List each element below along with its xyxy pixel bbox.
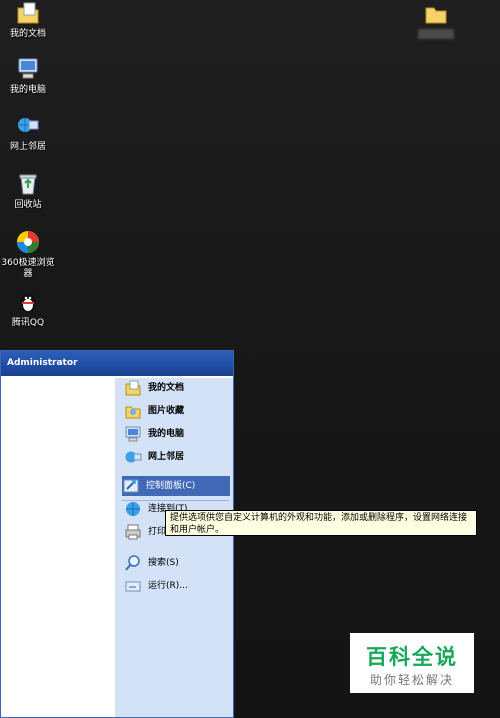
folder-icon <box>423 0 449 26</box>
menu-item-label: 我的电脑 <box>148 429 185 439</box>
tooltip-text: 提供选项供您自定义计算机的外观和功能，添加或删除程序，设置网络连接和用户帐户。 <box>170 513 468 535</box>
user-name: Administrator <box>7 358 78 368</box>
desktop-icon-label: 我的电脑 <box>9 85 46 95</box>
my-documents-icon <box>15 0 41 26</box>
start-menu-item-run[interactable]: 运行(R)... <box>124 576 232 596</box>
desktop-icon-network-places[interactable]: 网上邻居 <box>0 113 56 153</box>
start-menu-item-control-panel[interactable]: 控制面板(C) <box>122 476 230 496</box>
connect-to-icon <box>124 500 142 518</box>
menu-item-label: 我的文档 <box>148 383 185 393</box>
desktop-icon-label: 360极速浏览器 <box>1 258 55 279</box>
desktop-icon-recycle-bin[interactable]: 回收站 <box>0 171 56 211</box>
start-menu-user-header: Administrator <box>1 351 233 376</box>
start-menu-item-my-pictures[interactable]: 图片收藏 <box>124 401 232 421</box>
my-documents-icon <box>124 379 142 397</box>
menu-item-label: 图片收藏 <box>148 406 185 416</box>
desktop-icon-qq[interactable]: 腾讯QQ <box>0 289 56 329</box>
search-icon <box>124 554 142 572</box>
start-menu-right-pane: 我的文档 图片收藏 我的电脑 网上邻居 控制面板(C) 连接到(T) 打印 搜索… <box>116 378 233 717</box>
start-menu-item-network-places[interactable]: 网上邻居 <box>124 447 232 467</box>
desktop-icon-label: 我的文档 <box>9 29 46 39</box>
desktop-icon-folder[interactable] <box>416 0 456 39</box>
my-pictures-icon <box>124 402 142 420</box>
my-computer-icon <box>124 425 142 443</box>
desktop-icon-my-documents[interactable]: 我的文档 <box>0 0 56 40</box>
start-menu-item-search[interactable]: 搜索(S) <box>124 553 232 573</box>
control-panel-tooltip: 提供选项供您自定义计算机的外观和功能，添加或删除程序，设置网络连接和用户帐户。 <box>165 510 477 536</box>
desktop-icon-label: 回收站 <box>14 200 42 210</box>
menu-item-label: 打印 <box>148 527 167 537</box>
start-menu-item-my-documents[interactable]: 我的文档 <box>124 378 232 398</box>
desktop-icon-label: 网上邻居 <box>9 142 46 152</box>
desktop-icon-my-computer[interactable]: 我的电脑 <box>0 56 56 96</box>
menu-item-label: 网上邻居 <box>148 452 185 462</box>
recycle-bin-icon <box>15 171 41 197</box>
network-places-icon <box>124 448 142 466</box>
desktop-icon-label: 腾讯QQ <box>11 318 45 328</box>
menu-item-label: 搜索(S) <box>148 558 179 568</box>
printer-icon <box>124 523 142 541</box>
run-icon <box>124 577 142 595</box>
qq-penguin-icon <box>15 289 41 315</box>
desktop-icon-360-browser[interactable]: 360极速浏览器 <box>0 229 56 280</box>
blurred-folder-label <box>418 29 454 39</box>
control-panel-icon <box>122 477 140 495</box>
network-places-icon <box>15 113 41 139</box>
menu-item-label: 控制面板(C) <box>146 481 196 491</box>
start-menu-left-pane <box>5 378 116 717</box>
watermark-subtitle: 助你轻松解决 <box>369 673 454 687</box>
baike-watermark: 百科全说 助你轻松解决 <box>350 633 474 693</box>
watermark-title: 百科全说 <box>366 645 458 669</box>
menu-item-label: 运行(R)... <box>148 581 188 591</box>
360-browser-icon <box>15 229 41 255</box>
start-menu-item-my-computer[interactable]: 我的电脑 <box>124 424 232 444</box>
my-computer-icon <box>15 56 41 82</box>
